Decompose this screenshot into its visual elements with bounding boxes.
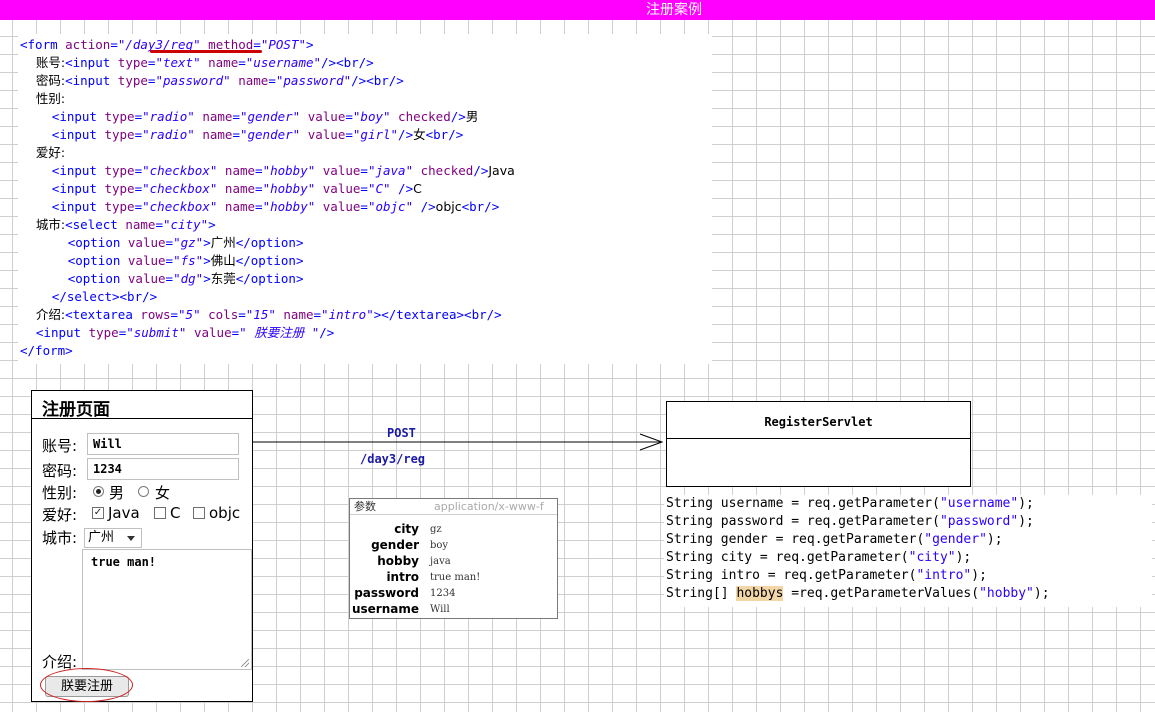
hobby-c-text: C — [170, 504, 181, 522]
servlet-code-line: String gender = req.getParameter("gender… — [666, 532, 1003, 547]
param-row: intro true man! — [350, 570, 557, 586]
param-key: intro — [386, 570, 419, 584]
params-panel: 参数 application/x-www-f city gz gender boy ho… — [349, 498, 558, 619]
submit-highlight-annotation — [40, 668, 133, 702]
servlet-code-line: String password = req.getParameter("pass… — [666, 514, 1034, 529]
param-key: username — [351, 602, 419, 616]
code-line: <input type="submit" value=" 朕要注册 "/> — [35, 325, 335, 340]
city-selected-value: 广州 — [88, 530, 115, 545]
gender-female-text: 女 — [155, 484, 171, 502]
password-input[interactable]: 1234 — [87, 458, 239, 480]
param-value: gz — [430, 524, 442, 535]
servlet-box: RegisterServlet — [666, 401, 971, 487]
hobby-objc-checkbox[interactable] — [193, 507, 205, 519]
param-value: boy — [430, 540, 449, 551]
code-line: <option value="gz">广州</option> — [67, 235, 304, 250]
form-title: 注册页面 — [42, 400, 110, 420]
hobby-c-checkbox[interactable] — [154, 507, 166, 519]
password-label: 密码: — [42, 462, 78, 480]
param-row: password 1234 — [350, 586, 557, 602]
params-header: 参数 application/x-www-f — [350, 499, 557, 515]
page-title: 注册案例 — [646, 2, 702, 18]
html-code-block: <form action="/day3/reg" method="POST"> … — [18, 34, 712, 364]
intro-textarea[interactable]: true man! — [82, 549, 252, 670]
title-bar: 注册案例 — [0, 0, 1155, 20]
code-line: 密码:<input type="password" name="password… — [20, 73, 404, 88]
city-select[interactable]: 广州 — [84, 528, 142, 548]
code-line: 介绍:<textarea rows="5" cols="15" name="in… — [20, 307, 502, 322]
servlet-code-line: String city = req.getParameter("city"); — [666, 550, 972, 565]
param-key: city — [394, 522, 419, 536]
code-line: </form> — [20, 343, 73, 358]
code-line: </select><br/> — [51, 289, 158, 304]
resize-grip-icon[interactable] — [241, 659, 249, 667]
code-line: <option value="dg">东莞</option> — [67, 271, 304, 286]
request-path-label: /day3/reg — [360, 452, 426, 466]
action-underline-annotation — [150, 50, 262, 53]
params-header-title: 参数 — [354, 500, 376, 513]
chevron-down-icon — [127, 536, 135, 541]
code-line: <input type="checkbox" name="hobby" valu… — [51, 163, 515, 178]
param-value: true man! — [430, 572, 481, 583]
code-line: 性别: — [20, 91, 66, 106]
hobby-objc-text: objc — [209, 504, 241, 522]
code-line: 账号:<input type="text" name="username"/><… — [20, 55, 374, 70]
request-method-label: POST — [387, 426, 416, 440]
city-label: 城市: — [42, 529, 78, 547]
gender-male-text: 男 — [109, 484, 125, 502]
params-content-type: application/x-www-f — [434, 500, 544, 513]
intro-text: true man! — [91, 555, 157, 569]
param-row: username Will — [350, 602, 557, 618]
code-line: <input type="radio" name="gender" value=… — [51, 109, 479, 124]
hobby-label: 爱好: — [42, 506, 78, 524]
gender-male-radio[interactable] — [93, 486, 104, 497]
param-key: password — [354, 586, 419, 600]
title-divider — [32, 418, 252, 419]
code-line: 爱好: — [20, 145, 66, 160]
hobby-java-text: Java — [108, 504, 140, 522]
code-line: <input type="checkbox" name="hobby" valu… — [51, 181, 422, 196]
servlet-code-line: String username = req.getParameter("user… — [666, 496, 1034, 511]
param-row: hobby java — [350, 554, 557, 570]
servlet-name: RegisterServlet — [667, 402, 970, 439]
gender-label: 性别: — [42, 484, 78, 502]
code-line: 城市:<select name="city"> — [20, 217, 216, 232]
param-value: 1234 — [430, 588, 456, 599]
param-value: java — [430, 556, 451, 567]
servlet-code-line: String intro = req.getParameter("intro")… — [666, 568, 987, 583]
param-value: Will — [430, 604, 450, 615]
servlet-code-block: String username = req.getParameter("user… — [664, 495, 1152, 607]
username-label: 账号: — [42, 437, 78, 455]
register-form-panel: 注册页面 账号: Will 密码: 1234 性别: 男 女 爱好: ✓ Jav… — [31, 390, 253, 702]
username-input[interactable]: Will — [87, 433, 239, 455]
code-line: <input type="radio" name="gender" value=… — [51, 127, 464, 142]
code-line: <option value="fs">佛山</option> — [67, 253, 304, 268]
param-row: city gz — [350, 522, 557, 538]
gender-female-radio[interactable] — [138, 486, 149, 497]
code-line: <input type="checkbox" name="hobby" valu… — [51, 199, 500, 214]
param-row: gender boy — [350, 538, 557, 554]
servlet-code-line: String[] hobbys =req.getParameterValues(… — [666, 586, 1050, 601]
param-key: gender — [371, 538, 419, 552]
param-key: hobby — [377, 554, 419, 568]
hobby-java-checkbox[interactable]: ✓ — [92, 507, 104, 519]
